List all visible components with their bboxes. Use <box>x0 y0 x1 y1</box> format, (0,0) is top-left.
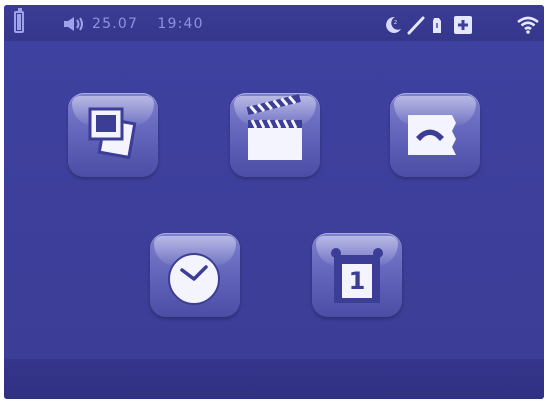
photos-icon <box>88 107 137 160</box>
svg-text:z: z <box>394 19 397 26</box>
clock-icon <box>168 253 220 305</box>
status-bar: 25.07 19:40 z <box>4 5 544 41</box>
night-mode-icon: z <box>386 16 401 33</box>
status-time: 19:40 <box>157 16 204 32</box>
battery-icon <box>14 8 24 33</box>
pen-icon <box>407 16 425 35</box>
phone-icon <box>408 115 456 155</box>
calendar-app-button[interactable]: 1 <box>312 233 402 317</box>
bottom-bar <box>4 359 544 399</box>
speaker-icon <box>64 17 83 31</box>
clapperboard-icon <box>246 94 302 160</box>
alarm-app-button[interactable] <box>150 233 240 317</box>
device-screen: 25.07 19:40 z 1 <box>4 5 544 399</box>
home-grid: 1 <box>4 41 544 359</box>
status-date: 25.07 <box>92 16 139 32</box>
doorbell-icon <box>433 18 441 33</box>
intercom-app-button[interactable] <box>390 93 480 177</box>
photos-app-button[interactable] <box>68 93 158 177</box>
video-app-button[interactable] <box>230 93 320 177</box>
calendar-day: 1 <box>348 267 366 295</box>
status-datetime: 25.07 19:40 <box>92 16 204 32</box>
wifi-icon <box>517 16 539 34</box>
plus-icon <box>454 16 472 34</box>
